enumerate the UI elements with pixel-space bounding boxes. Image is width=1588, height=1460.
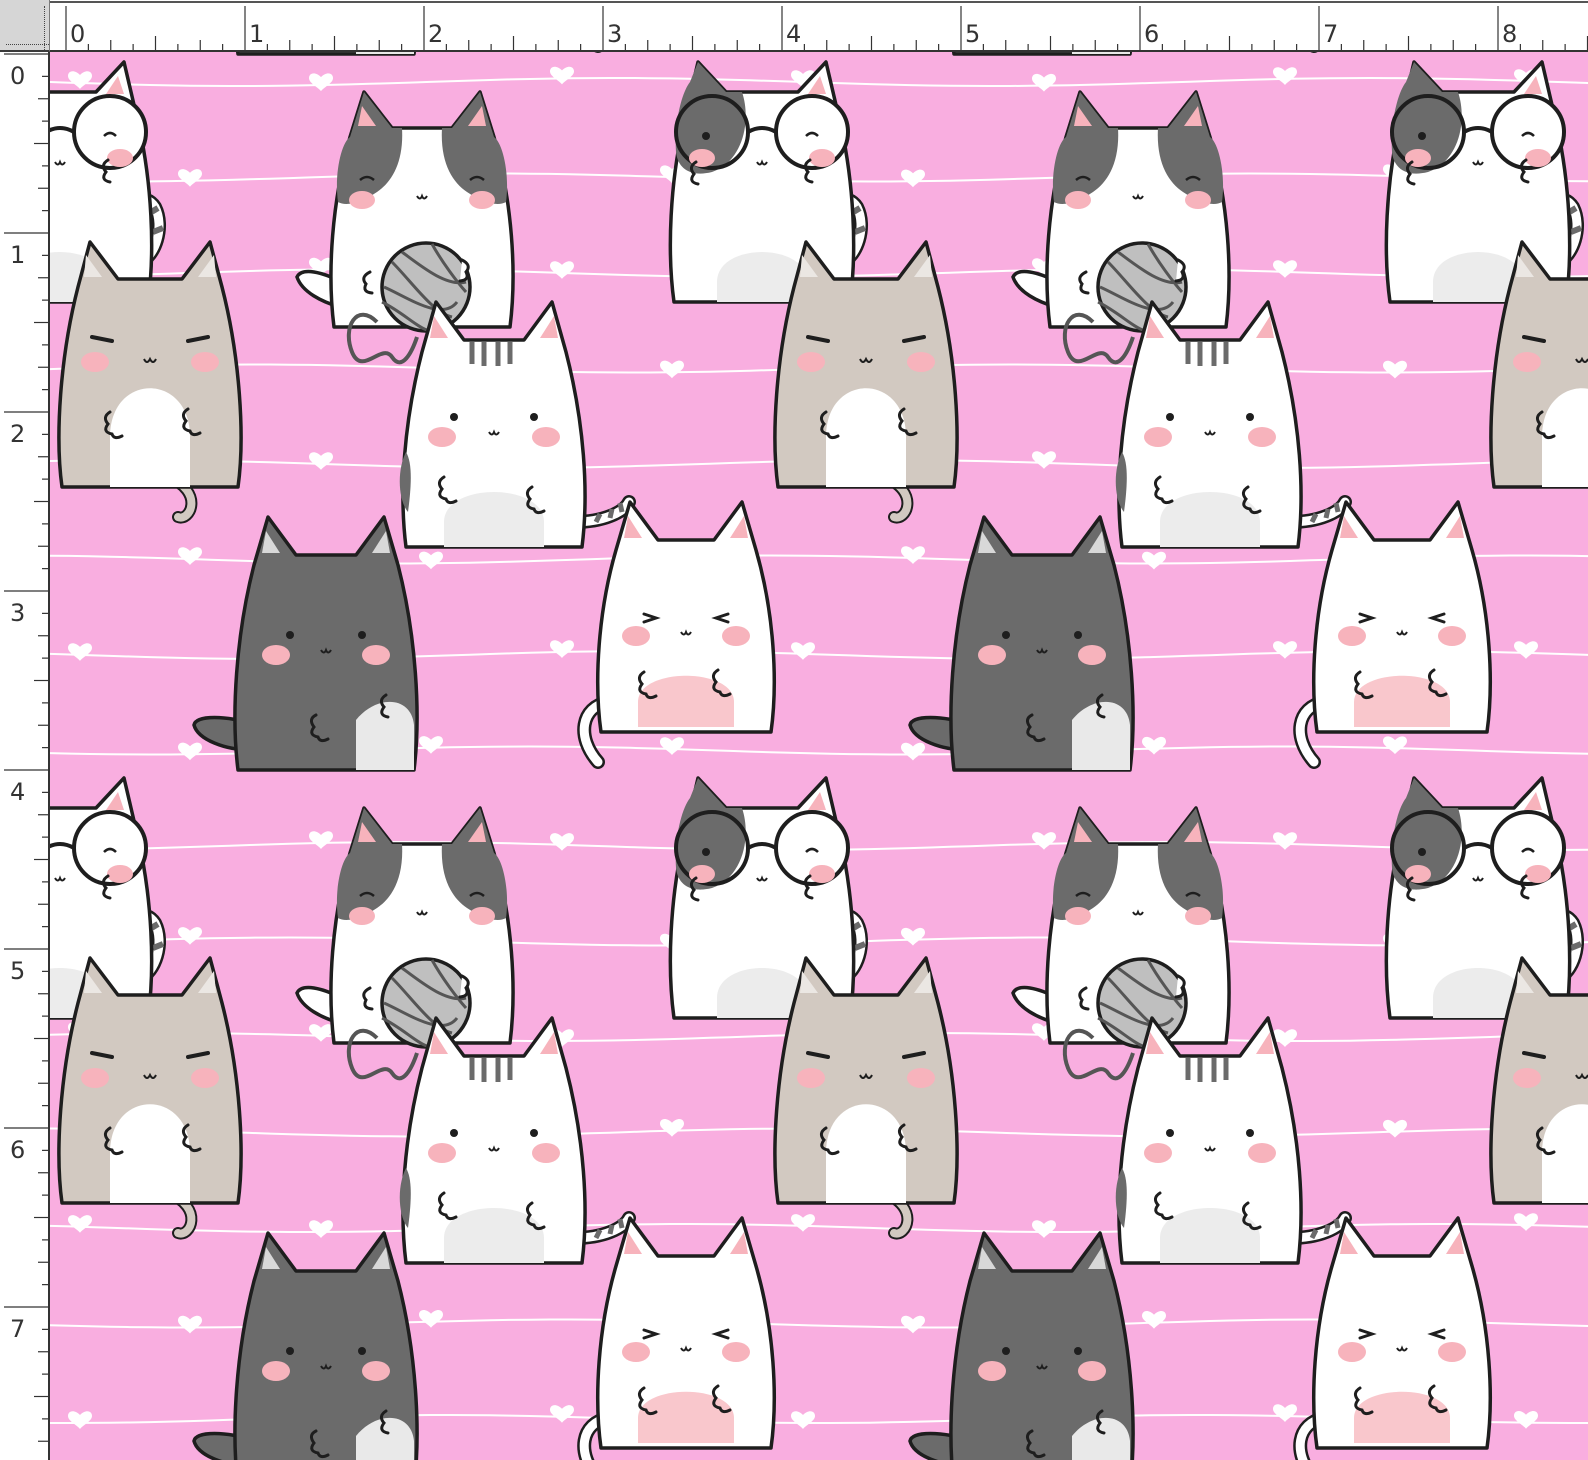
ruler-label: 5 [10, 957, 25, 985]
vertical-ruler-ticks: 0 1 2 3 4 5 6 7 [4, 53, 48, 1442]
ruler-label: 3 [10, 599, 25, 627]
ruler-label: 8 [1502, 20, 1517, 48]
ruler-label: 5 [965, 20, 980, 48]
cat-glasses-figure [1386, 62, 1581, 302]
cat-pattern-image [50, 52, 1588, 1460]
cat-beige-figure [775, 242, 957, 518]
ruler-label: 0 [10, 62, 25, 90]
cat-glasses-figure [670, 778, 865, 1018]
cat-beige-figure [775, 958, 957, 1234]
cat-beige-figure [59, 958, 241, 1234]
ruler-label: 4 [786, 20, 801, 48]
cat-glasses-figure [1386, 778, 1581, 1018]
pattern-canvas [50, 52, 1588, 1460]
ruler-label: 2 [10, 420, 25, 448]
ruler-label: 1 [10, 241, 25, 269]
ruler-label: 7 [10, 1315, 25, 1343]
corner-guide-line [6, 44, 49, 45]
ruler-label: 2 [428, 20, 443, 48]
ruler-label: 4 [10, 778, 25, 806]
vertical-ruler[interactable]: 0 1 2 3 4 5 6 7 [0, 52, 50, 1460]
cat-glasses-figure [670, 62, 865, 302]
cat-beige-figure [59, 242, 241, 518]
ruler-label: 6 [10, 1136, 25, 1164]
horizontal-ruler[interactable]: 0 1 2 3 4 5 6 7 8 [50, 0, 1588, 52]
ruler-label: 3 [607, 20, 622, 48]
ruler-label: 1 [249, 20, 264, 48]
ruler-label: 7 [1323, 20, 1338, 48]
ruler-corner[interactable] [0, 0, 50, 52]
ruler-label: 6 [1144, 20, 1159, 48]
corner-guide-line [44, 6, 45, 50]
ruler-label: 0 [70, 20, 85, 48]
horizontal-ruler-ticks: 0 1 2 3 4 5 6 7 8 [50, 1, 1588, 50]
